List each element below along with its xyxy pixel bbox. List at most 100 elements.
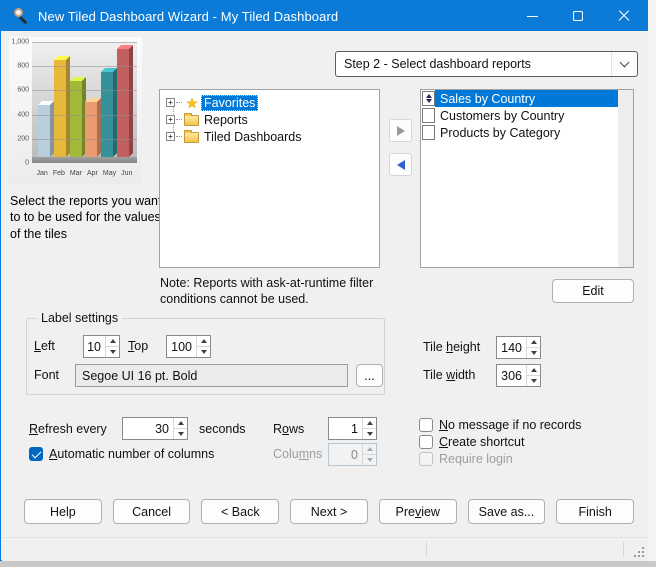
spin-up-button[interactable] [197, 336, 210, 346]
tree-item-label: Reports [201, 112, 251, 128]
up-arrow-icon [367, 447, 373, 451]
no-message-checkbox[interactable]: No message if no records [419, 417, 581, 433]
minimize-icon [527, 16, 538, 17]
require-login-checkbox: Require login [419, 451, 513, 467]
resize-grip[interactable] [633, 546, 644, 557]
remove-report-button[interactable] [389, 153, 412, 176]
expand-icon[interactable]: + [166, 132, 175, 141]
create-shortcut-checkbox[interactable]: Create shortcut [419, 434, 524, 450]
spin-down-button[interactable] [527, 375, 540, 386]
list-item[interactable]: Sales by Country [421, 90, 618, 107]
expand-icon[interactable]: + [166, 115, 175, 124]
spin-up-button[interactable] [527, 337, 540, 347]
reorder-handle[interactable] [422, 91, 435, 106]
refresh-spinner[interactable]: 30 [122, 417, 188, 440]
step-selector[interactable]: Step 2 - Select dashboard reports [335, 51, 638, 77]
spin-down-button[interactable] [174, 428, 187, 439]
tile-width-label: Tile width [423, 364, 475, 387]
list-item[interactable]: Customers by Country [421, 107, 618, 124]
rows-label: Rows [273, 418, 304, 441]
tree-item-label: Tiled Dashboards [201, 129, 305, 145]
checkbox-label: Require login [439, 452, 513, 466]
edit-button[interactable]: Edit [552, 279, 634, 303]
automatic-columns-checkbox[interactable]: Automatic number of columns [29, 446, 214, 462]
tile-width-spinner[interactable]: 306 [496, 364, 541, 387]
down-arrow-icon [531, 351, 537, 355]
down-arrow-icon [201, 350, 207, 354]
font-field[interactable]: Segoe UI 16 pt. Bold [75, 364, 348, 387]
chart-bars [32, 42, 137, 163]
tree-item-reports[interactable]: + Reports [162, 111, 377, 128]
columns-value: 0 [329, 444, 362, 465]
close-button[interactable] [601, 1, 647, 31]
save-as-button[interactable]: Save as... [468, 499, 546, 524]
font-browse-button[interactable]: ... [356, 364, 383, 387]
spin-up-button[interactable] [527, 365, 540, 375]
refresh-value[interactable]: 30 [123, 418, 173, 439]
up-arrow-icon [110, 339, 116, 343]
columns-label: Columns [273, 443, 322, 466]
top-label: Top [128, 335, 148, 358]
window-controls [509, 1, 647, 31]
spin-down-button[interactable] [106, 346, 119, 357]
rows-value[interactable]: 1 [329, 418, 362, 439]
chevron-down-icon [620, 58, 630, 68]
titlebar[interactable]: New Tiled Dashboard Wizard - My Tiled Da… [1, 1, 647, 31]
chart-y-axis: 1,0008006004002000 [9, 42, 31, 163]
columns-spinner: 0 [328, 443, 377, 466]
cancel-button[interactable]: Cancel [113, 499, 191, 524]
top-spinner[interactable]: 100 [166, 335, 211, 358]
tile-height-value[interactable]: 140 [497, 337, 526, 358]
top-spinner-value[interactable]: 100 [167, 336, 196, 357]
star-icon: ★ [183, 96, 201, 110]
selected-reports-list[interactable]: Sales by Country Customers by Country Pr… [420, 89, 634, 268]
tile-width-value[interactable]: 306 [497, 365, 526, 386]
chart-x-axis: JanFebMarAprMayJun [32, 170, 137, 177]
back-button[interactable]: < Back [201, 499, 279, 524]
left-spinner[interactable]: 10 [83, 335, 120, 358]
rows-spinner[interactable]: 1 [328, 417, 377, 440]
chart-thumbnail: 1,0008006004002000 JanFebMarAprMayJun [9, 37, 142, 185]
add-report-button[interactable] [389, 119, 412, 142]
list-item-label: Products by Category [435, 124, 618, 141]
left-spinner-value[interactable]: 10 [84, 336, 105, 357]
tree-connector [176, 136, 182, 137]
tree-item-tiled-dashboards[interactable]: + Tiled Dashboards [162, 128, 377, 145]
folder-icon [184, 132, 199, 143]
spin-up-button[interactable] [363, 418, 376, 428]
tree-connector [176, 119, 182, 120]
desktop-backdrop-right [648, 0, 656, 561]
combo-dropdown-button[interactable] [611, 52, 637, 76]
row-marker-box [422, 108, 435, 123]
refresh-label: Refresh every [29, 418, 107, 441]
spin-down-button[interactable] [527, 347, 540, 358]
tile-height-label: Tile height [423, 336, 480, 359]
report-tree[interactable]: + ★ Favorites + Reports + Tiled Dashboar… [159, 89, 380, 268]
close-icon [618, 10, 630, 22]
preview-button[interactable]: Preview [379, 499, 457, 524]
minimize-button[interactable] [509, 1, 555, 31]
spin-down-button[interactable] [363, 428, 376, 439]
tile-height-spinner[interactable]: 140 [496, 336, 541, 359]
checkbox-checked-icon [29, 447, 43, 461]
dialog-client-area: 1,0008006004002000 JanFebMarAprMayJun Se… [2, 31, 648, 561]
maximize-button[interactable] [555, 1, 601, 31]
spin-up-button[interactable] [174, 418, 187, 428]
spin-up-button[interactable] [106, 336, 119, 346]
next-button[interactable]: Next > [290, 499, 368, 524]
finish-button[interactable]: Finish [556, 499, 634, 524]
step-selector-value: Step 2 - Select dashboard reports [336, 57, 611, 71]
up-arrow-icon [367, 421, 373, 425]
tree-item-favorites[interactable]: + ★ Favorites [162, 94, 377, 111]
list-scrollbar[interactable] [618, 90, 633, 267]
spin-down-button[interactable] [197, 346, 210, 357]
help-button[interactable]: Help [24, 499, 102, 524]
checkbox-label: Automatic number of columns [49, 447, 214, 461]
left-label: Left [34, 335, 55, 358]
expand-icon[interactable]: + [166, 98, 175, 107]
down-arrow-icon [178, 432, 184, 436]
checkbox-icon [419, 435, 433, 449]
down-arrow-icon [367, 458, 373, 462]
list-item[interactable]: Products by Category [421, 124, 618, 141]
checkbox-label: No message if no records [439, 418, 581, 432]
